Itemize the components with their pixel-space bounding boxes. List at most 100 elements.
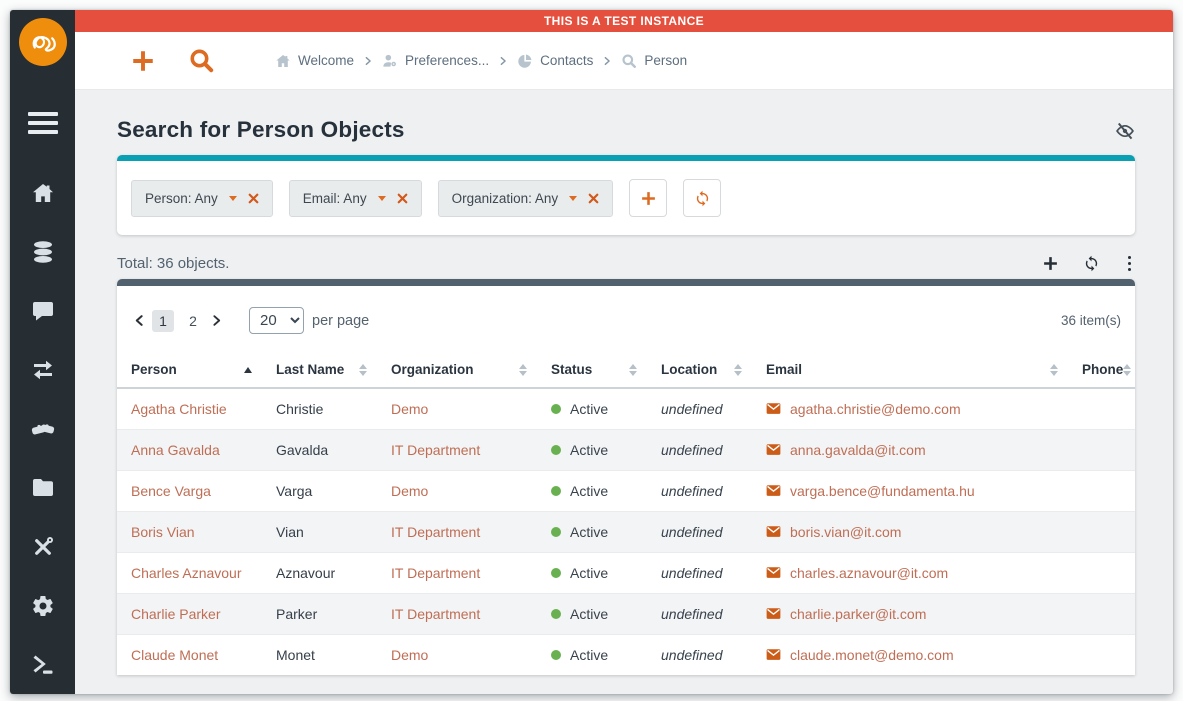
sidebar-item-configuration[interactable] xyxy=(29,535,57,559)
app-window: THIS IS A TEST INSTANCE Welcome Preferen… xyxy=(10,10,1173,694)
column-header-last-name[interactable]: Last Name xyxy=(262,353,377,388)
column-header-person[interactable]: Person xyxy=(117,353,262,388)
sort-icon[interactable] xyxy=(519,364,527,376)
previous-page-button[interactable] xyxy=(131,314,148,327)
email-link[interactable]: anna.gavalda@it.com xyxy=(790,442,926,458)
email-link[interactable]: boris.vian@it.com xyxy=(790,524,901,540)
quick-create-button[interactable] xyxy=(130,48,156,74)
database-icon xyxy=(31,240,55,264)
email-link[interactable]: charles.aznavour@it.com xyxy=(790,565,948,581)
column-header-location[interactable]: Location xyxy=(647,353,752,388)
person-link[interactable]: Agatha Christie xyxy=(131,401,227,417)
organization-link[interactable]: IT Department xyxy=(391,565,480,581)
sort-icon[interactable] xyxy=(734,364,742,376)
sidebar-item-documents[interactable] xyxy=(29,476,57,500)
refresh-search-button[interactable] xyxy=(683,179,721,217)
search-icon xyxy=(188,47,215,74)
sidebar-item-changes[interactable] xyxy=(29,358,57,382)
envelope-icon xyxy=(766,648,781,661)
sidebar-item-data[interactable] xyxy=(29,240,57,264)
column-header-email[interactable]: Email xyxy=(752,353,1068,388)
email-link[interactable]: claude.monet@demo.com xyxy=(790,647,954,663)
organization-link[interactable]: Demo xyxy=(391,483,428,499)
total-value: 36 objects. xyxy=(157,255,230,272)
person-link[interactable]: Boris Vian xyxy=(131,524,195,540)
sort-icon[interactable] xyxy=(359,364,367,376)
pie-chart-icon xyxy=(517,53,533,69)
breadcrumb-item-preferences[interactable]: Preferences... xyxy=(382,53,489,69)
organization-link[interactable]: Demo xyxy=(391,401,428,417)
chevron-down-icon[interactable] xyxy=(569,196,577,201)
sidebar-item-services[interactable] xyxy=(29,417,57,441)
column-header-organization[interactable]: Organization xyxy=(377,353,537,388)
filter-chip-email[interactable]: Email: Any xyxy=(289,180,422,217)
per-page-label: per page xyxy=(312,313,369,329)
location-value: undefined xyxy=(661,401,723,417)
envelope-icon xyxy=(766,402,781,415)
person-link[interactable]: Anna Gavalda xyxy=(131,442,220,458)
organization-link[interactable]: IT Department xyxy=(391,606,480,622)
close-icon xyxy=(588,193,599,204)
sidebar-item-admin[interactable] xyxy=(29,594,57,618)
pagination-bar: 1 2 20 per page 36 item(s) xyxy=(117,286,1135,353)
breadcrumb-item-welcome[interactable]: Welcome xyxy=(275,53,354,69)
column-header-phone[interactable]: Phone xyxy=(1068,353,1135,388)
table-row: Charlie Parker Parker IT Department Acti… xyxy=(117,593,1135,634)
results-panel: 1 2 20 per page 36 item(s) Person Last N… xyxy=(117,279,1135,675)
eye-slash-icon xyxy=(1115,121,1135,141)
remove-filter-button[interactable] xyxy=(248,193,259,204)
filter-chip-person[interactable]: Person: Any xyxy=(131,180,273,217)
banner-text: THIS IS A TEST INSTANCE xyxy=(544,14,704,28)
email-link[interactable]: agatha.christie@demo.com xyxy=(790,401,961,417)
sort-icon[interactable] xyxy=(629,364,637,376)
next-page-button[interactable] xyxy=(208,314,225,327)
envelope-icon xyxy=(766,484,781,497)
handshake-icon xyxy=(31,417,55,441)
table-row: Claude Monet Monet Demo Active undefined… xyxy=(117,634,1135,675)
add-criterion-button[interactable] xyxy=(629,179,667,217)
organization-link[interactable]: IT Department xyxy=(391,442,480,458)
page-size-select[interactable]: 20 xyxy=(249,307,304,334)
more-actions-button[interactable] xyxy=(1124,256,1136,272)
remove-filter-button[interactable] xyxy=(588,193,599,204)
person-link[interactable]: Charles Aznavour xyxy=(131,565,242,581)
results-table: Person Last Name Organization Status Loc… xyxy=(117,353,1135,675)
status-value: Active xyxy=(570,524,608,540)
sidebar-item-console[interactable] xyxy=(29,653,57,677)
email-link[interactable]: varga.bence@fundamenta.hu xyxy=(790,483,975,499)
person-link[interactable]: Claude Monet xyxy=(131,647,218,663)
organization-link[interactable]: Demo xyxy=(391,647,428,663)
breadcrumb-label: Person xyxy=(644,53,687,68)
sort-icon[interactable] xyxy=(1123,364,1131,376)
person-link[interactable]: Charlie Parker xyxy=(131,606,220,622)
search-criteria-panel: Person: Any Email: Any Organization: Any xyxy=(117,155,1135,235)
refresh-icon xyxy=(1083,255,1100,272)
global-search-button[interactable] xyxy=(188,47,215,74)
table-row: Bence Varga Varga Demo Active undefined … xyxy=(117,470,1135,511)
breadcrumb-item-contacts[interactable]: Contacts xyxy=(517,53,593,69)
breadcrumb-label: Preferences... xyxy=(405,53,489,68)
email-link[interactable]: charlie.parker@it.com xyxy=(790,606,926,622)
sort-icon[interactable] xyxy=(1050,364,1058,376)
plus-icon xyxy=(640,190,657,207)
sidebar-item-home[interactable] xyxy=(29,181,57,205)
person-link[interactable]: Bence Varga xyxy=(131,483,211,499)
status-value: Active xyxy=(570,442,608,458)
chevron-down-icon[interactable] xyxy=(378,196,386,201)
organization-link[interactable]: IT Department xyxy=(391,524,480,540)
filter-chip-organization[interactable]: Organization: Any xyxy=(438,180,614,217)
menu-toggle-button[interactable] xyxy=(28,112,58,134)
sidebar xyxy=(10,10,75,694)
page-number-1[interactable]: 1 xyxy=(152,310,174,332)
remove-filter-button[interactable] xyxy=(397,193,408,204)
app-logo[interactable] xyxy=(19,18,67,66)
refresh-list-button[interactable] xyxy=(1083,255,1100,272)
column-header-status[interactable]: Status xyxy=(537,353,647,388)
sort-asc-icon[interactable] xyxy=(244,367,252,373)
toggle-visibility-button[interactable] xyxy=(1115,121,1135,141)
page-number-2[interactable]: 2 xyxy=(182,310,204,332)
breadcrumb-item-person[interactable]: Person xyxy=(621,53,687,69)
sidebar-item-helpdesk[interactable] xyxy=(29,299,57,323)
chevron-down-icon[interactable] xyxy=(229,196,237,201)
add-object-button[interactable] xyxy=(1042,255,1059,272)
